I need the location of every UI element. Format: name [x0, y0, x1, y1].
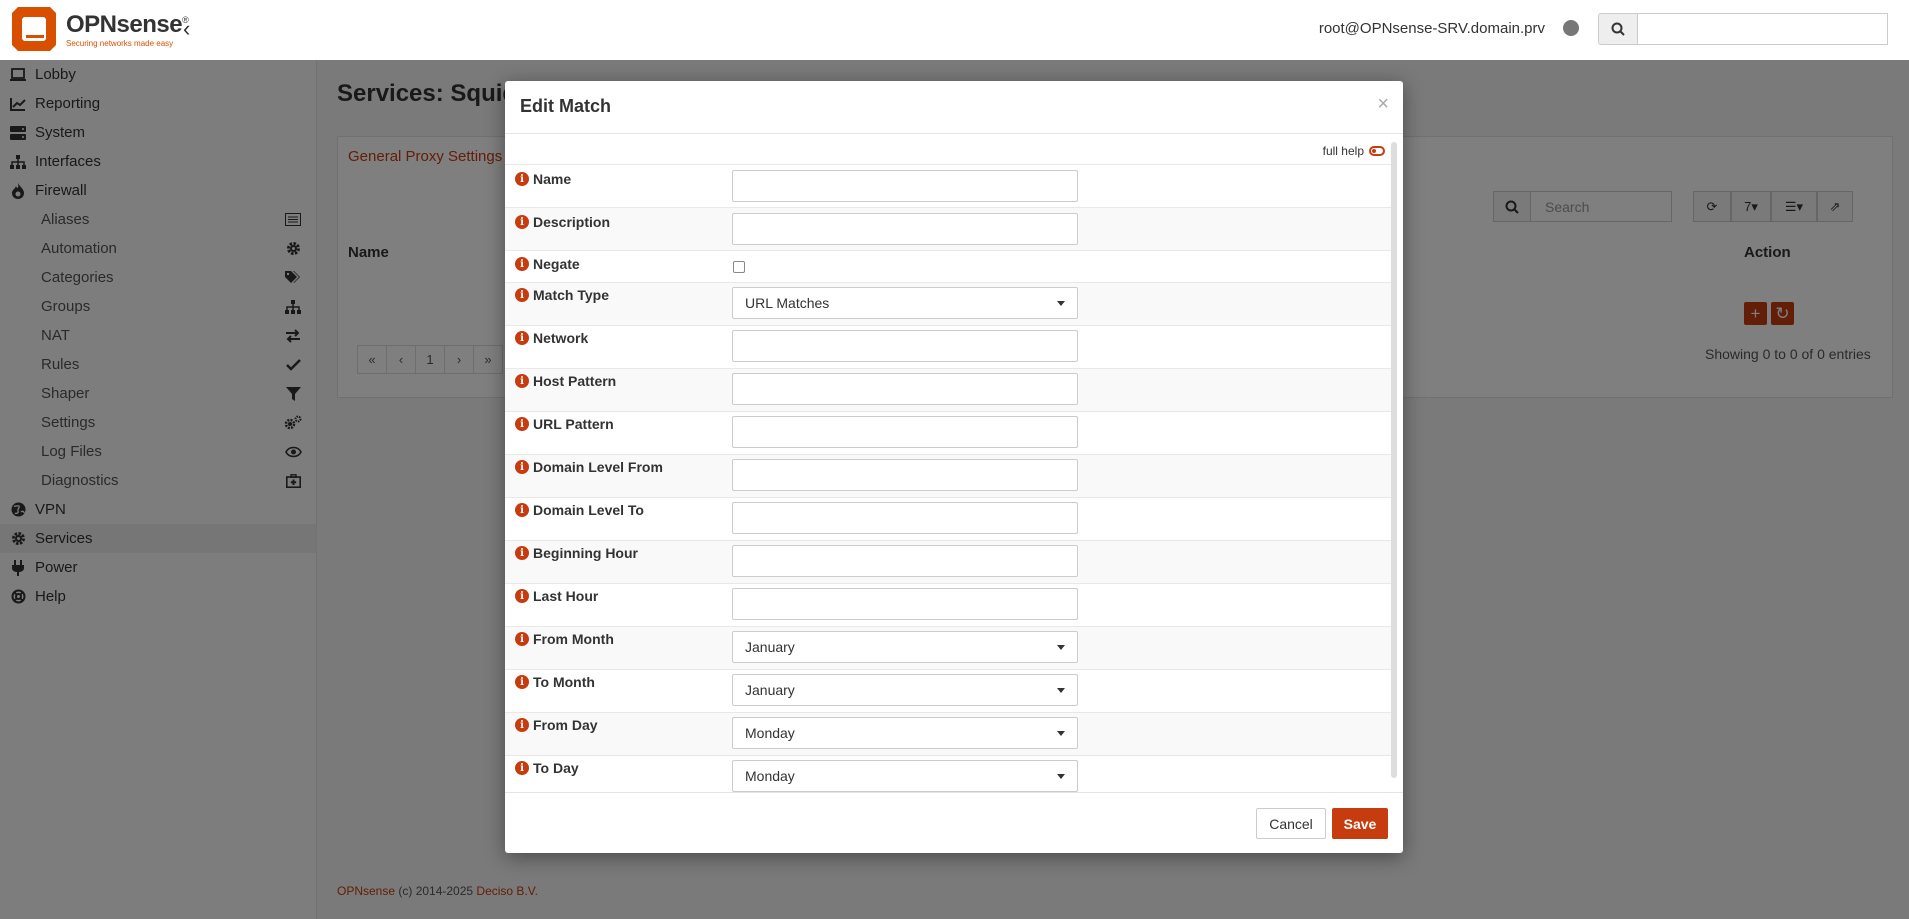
caret-down-icon: [1057, 688, 1065, 693]
row-match-type: i Match Type URL Matches: [505, 282, 1395, 325]
field-label-host-pattern: Host Pattern: [533, 373, 617, 389]
info-icon[interactable]: i: [515, 288, 529, 302]
field-label-url-pattern: URL Pattern: [533, 416, 614, 432]
opnsense-logo-icon: [12, 7, 56, 51]
domain-level-to-input[interactable]: [732, 502, 1078, 534]
dialog-scrollbar[interactable]: [1391, 142, 1397, 778]
status-indicator[interactable]: [1563, 20, 1579, 36]
row-domain-level-from: i Domain Level From: [505, 454, 1395, 497]
field-label-to-month: To Month: [533, 674, 595, 690]
field-label-beginning-hour: Beginning Hour: [533, 545, 638, 561]
dialog-body: full help i Name i Description i Negate …: [505, 134, 1403, 792]
match-type-value: URL Matches: [745, 295, 830, 311]
info-icon[interactable]: i: [515, 460, 529, 474]
info-icon[interactable]: i: [515, 215, 529, 229]
info-icon[interactable]: i: [515, 417, 529, 431]
info-icon[interactable]: i: [515, 589, 529, 603]
row-network: i Network: [505, 325, 1395, 368]
toggle-icon: [1369, 146, 1385, 156]
from-day-value: Monday: [745, 725, 795, 741]
url-pattern-input[interactable]: [732, 416, 1078, 448]
row-last-hour: i Last Hour: [505, 583, 1395, 626]
row-to-day: i To Day Monday: [505, 755, 1395, 792]
info-icon[interactable]: i: [515, 675, 529, 689]
info-icon[interactable]: i: [515, 718, 529, 732]
info-icon[interactable]: i: [515, 503, 529, 517]
row-negate: i Negate: [505, 250, 1395, 282]
info-icon[interactable]: i: [515, 761, 529, 775]
field-label-last-hour: Last Hour: [533, 588, 599, 604]
from-month-value: January: [745, 639, 795, 655]
field-label-from-day: From Day: [533, 717, 598, 733]
row-name: i Name: [505, 164, 1395, 207]
host-pattern-input[interactable]: [732, 373, 1078, 405]
row-from-month: i From Month January: [505, 626, 1395, 669]
to-month-value: January: [745, 682, 795, 698]
user-label[interactable]: root@OPNsense-SRV.domain.prv: [1319, 20, 1545, 37]
row-from-day: i From Day Monday: [505, 712, 1395, 755]
to-day-select[interactable]: Monday: [732, 760, 1078, 792]
info-icon[interactable]: i: [515, 546, 529, 560]
from-day-select[interactable]: Monday: [732, 717, 1078, 749]
save-button[interactable]: Save: [1332, 808, 1388, 839]
row-domain-level-to: i Domain Level To: [505, 497, 1395, 540]
field-label-description: Description: [533, 214, 611, 230]
name-input[interactable]: [732, 170, 1078, 202]
network-input[interactable]: [732, 330, 1078, 362]
field-label-name: Name: [533, 171, 572, 187]
row-host-pattern: i Host Pattern: [505, 368, 1395, 411]
match-type-select[interactable]: URL Matches: [732, 287, 1078, 319]
field-label-negate: Negate: [533, 256, 580, 272]
row-to-month: i To Month January: [505, 669, 1395, 712]
last-hour-input[interactable]: [732, 588, 1078, 620]
info-icon[interactable]: i: [515, 632, 529, 646]
caret-down-icon: [1057, 301, 1065, 306]
close-icon[interactable]: ×: [1377, 93, 1389, 116]
logo-text: OPNsense®: [66, 11, 189, 38]
info-icon[interactable]: i: [515, 374, 529, 388]
field-label-to-day: To Day: [533, 760, 579, 776]
from-month-select[interactable]: January: [732, 631, 1078, 663]
domain-level-from-input[interactable]: [732, 459, 1078, 491]
search-icon: [1611, 22, 1625, 36]
description-input[interactable]: [732, 213, 1078, 245]
row-beginning-hour: i Beginning Hour: [505, 540, 1395, 583]
opnsense-logo[interactable]: OPNsense® Securing networks made easy: [8, 5, 189, 55]
beginning-hour-input[interactable]: [732, 545, 1078, 577]
cancel-button[interactable]: Cancel: [1256, 808, 1326, 839]
dialog-title: Edit Match: [520, 96, 612, 116]
field-label-network: Network: [533, 330, 589, 346]
caret-down-icon: [1057, 731, 1065, 736]
full-help-label: full help: [1322, 144, 1364, 158]
field-label-domain-level-to: Domain Level To: [533, 502, 644, 518]
full-help-toggle[interactable]: full help: [1323, 144, 1385, 158]
to-day-value: Monday: [745, 768, 795, 784]
field-label-domain-level-from: Domain Level From: [533, 459, 663, 475]
info-icon[interactable]: i: [515, 331, 529, 345]
top-bar: OPNsense® Securing networks made easy ‹ …: [0, 0, 1909, 60]
caret-down-icon: [1057, 645, 1065, 650]
search-input[interactable]: [1638, 13, 1888, 45]
search-button[interactable]: [1598, 13, 1638, 45]
logo-tagline: Securing networks made easy: [66, 39, 174, 48]
field-label-from-month: From Month: [533, 631, 614, 647]
edit-match-dialog: Edit Match × full help i Name i Descript…: [505, 81, 1403, 853]
to-month-select[interactable]: January: [732, 674, 1078, 706]
info-icon[interactable]: i: [515, 257, 529, 271]
negate-checkbox[interactable]: [733, 261, 745, 273]
dialog-footer-divider: [505, 792, 1403, 793]
field-label-match-type: Match Type: [533, 287, 609, 303]
collapse-sidebar-icon[interactable]: ‹: [183, 16, 190, 42]
row-description: i Description: [505, 207, 1395, 250]
caret-down-icon: [1057, 774, 1065, 779]
row-url-pattern: i URL Pattern: [505, 411, 1395, 454]
info-icon[interactable]: i: [515, 172, 529, 186]
